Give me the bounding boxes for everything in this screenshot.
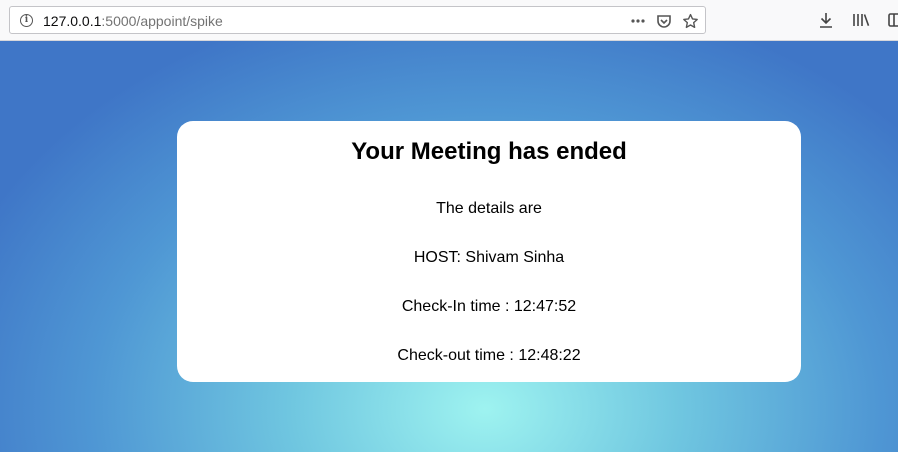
sidebar-icon[interactable] xyxy=(888,12,898,33)
details-intro: The details are xyxy=(436,200,542,217)
url-text[interactable]: 127.0.0.1:5000/appoint/spike xyxy=(43,13,223,29)
checkin-time: Check-In time : 12:47:52 xyxy=(401,298,577,315)
browser-toolbar: i 127.0.0.1:5000/appoint/spike xyxy=(0,0,898,41)
host-detail: HOST: Shivam Sinha xyxy=(413,249,565,266)
pocket-icon[interactable] xyxy=(656,13,672,29)
url-path: :5000/appoint/spike xyxy=(101,13,223,29)
page-title: Your Meeting has ended xyxy=(351,138,627,165)
bookmark-star-icon[interactable] xyxy=(682,13,699,30)
library-icon[interactable] xyxy=(852,12,870,33)
download-icon[interactable] xyxy=(818,11,834,34)
url-host: 127.0.0.1 xyxy=(43,13,102,29)
meeting-ended-card: Your Meeting has ended The details are H… xyxy=(177,121,801,382)
site-info-icon[interactable]: i xyxy=(20,14,33,27)
page-background: Your Meeting has ended The details are H… xyxy=(0,41,898,452)
checkout-time: Check-out time : 12:48:22 xyxy=(397,347,581,364)
address-bar[interactable]: i 127.0.0.1:5000/appoint/spike xyxy=(9,6,706,34)
more-actions-icon[interactable] xyxy=(630,13,646,29)
